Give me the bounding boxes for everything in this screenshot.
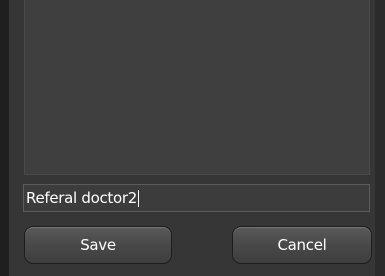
save-button[interactable]: Save [24,226,172,264]
window-left-border [0,0,9,276]
name-text-field-value: Referal doctor2 [26,189,137,207]
cancel-button[interactable]: Cancel [232,226,372,264]
list-box[interactable] [24,0,370,175]
dialog-window: Referal doctor2 Save Cancel [0,0,385,276]
text-caret [138,189,139,207]
window-right-border [375,0,385,276]
name-text-field[interactable]: Referal doctor2 [23,184,370,212]
